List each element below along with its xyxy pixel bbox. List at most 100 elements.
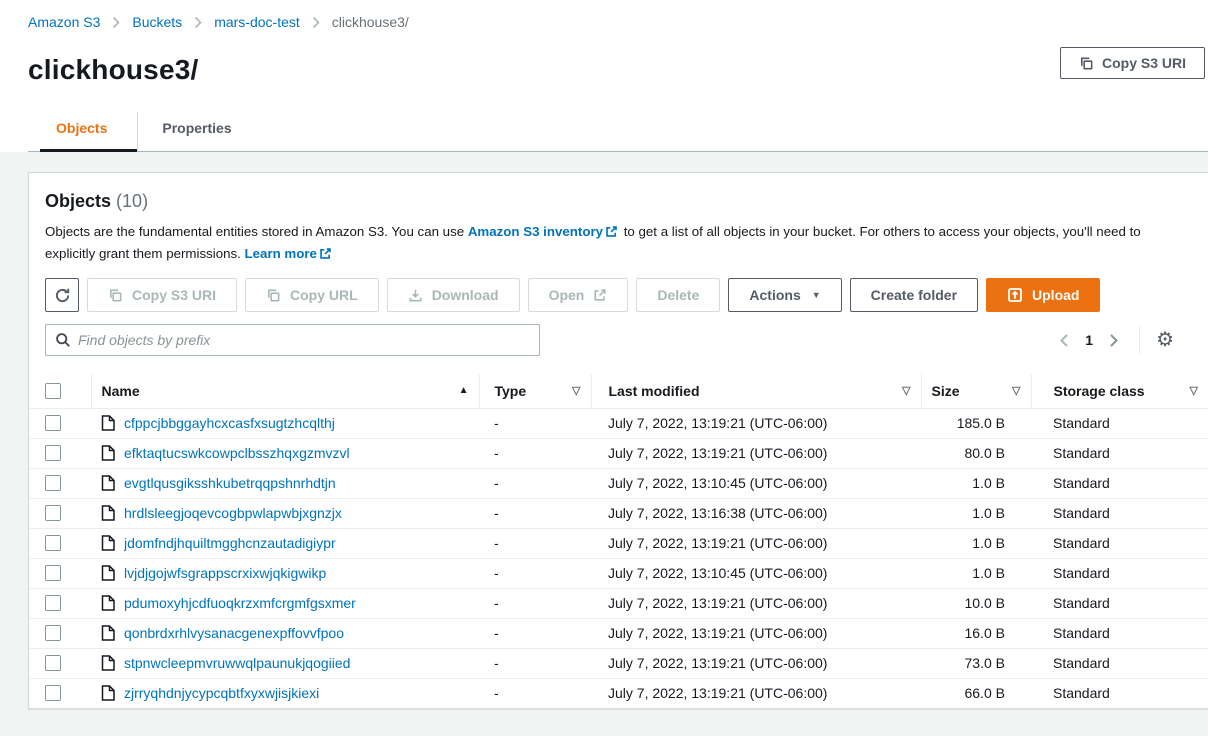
object-storage-class: Standard (1031, 498, 1208, 528)
select-all-checkbox[interactable] (45, 383, 61, 399)
copy-s3-uri-button[interactable]: Copy S3 URI (87, 278, 237, 312)
object-name-link[interactable]: pdumoxyhjcdfuoqkrzxmfcrgmfgsxmer (124, 595, 356, 611)
tab-bar: Objects Properties (28, 112, 1208, 152)
object-type: - (479, 558, 591, 588)
object-type: - (479, 528, 591, 558)
table-row: efktaqtucswkcowpclbsszhqxgzmvzvl - July … (29, 438, 1208, 468)
row-checkbox[interactable] (45, 505, 61, 521)
copy-url-button[interactable]: Copy URL (245, 278, 379, 312)
sort-icon: ▽ (572, 384, 580, 397)
sort-ascending-icon: ▲ (459, 385, 469, 396)
next-page-icon[interactable] (1103, 329, 1125, 352)
breadcrumb-current-folder: clickhouse3/ (332, 14, 409, 30)
object-last-modified: July 7, 2022, 13:19:21 (UTC-06:00) (591, 588, 921, 618)
object-size: 1.0 B (921, 558, 1031, 588)
file-icon (101, 595, 115, 611)
object-last-modified: July 7, 2022, 13:10:45 (UTC-06:00) (591, 558, 921, 588)
download-button[interactable]: Download (387, 278, 520, 312)
object-name-link[interactable]: efktaqtucswkcowpclbsszhqxgzmvzvl (124, 445, 350, 461)
column-header-size[interactable]: Size▽ (921, 374, 1031, 408)
tab-objects[interactable]: Objects (40, 112, 137, 152)
object-last-modified: July 7, 2022, 13:19:21 (UTC-06:00) (591, 528, 921, 558)
object-name-link[interactable]: lvjdjgojwfsgrappscrxixwjqkigwikp (124, 565, 326, 581)
actions-button[interactable]: Actions ▼ (728, 278, 841, 312)
row-checkbox[interactable] (45, 655, 61, 671)
toolbar: Copy S3 URI Copy URL Download Open Delet… (45, 278, 1192, 312)
previous-page-icon[interactable] (1053, 329, 1075, 352)
column-header-name[interactable]: Name▲ (91, 374, 479, 408)
external-link-icon (593, 288, 607, 302)
row-checkbox[interactable] (45, 445, 61, 461)
delete-button[interactable]: Delete (636, 278, 720, 312)
object-name-link[interactable]: zjrryqhdnjycypcqbtfxyxwjisjkiexi (124, 685, 319, 701)
page-title: clickhouse3/ (28, 54, 1208, 86)
breadcrumb: Amazon S3 Buckets mars-doc-test clickhou… (28, 14, 1208, 30)
object-name-link[interactable]: jdomfndjhquiltmgghcnzautadigiypr (124, 535, 336, 551)
object-rows: cfppcjbbggayhcxcasfxsugtzhcqlthj - July … (29, 408, 1208, 708)
table-row: zjrryqhdnjycypcqbtfxyxwjisjkiexi - July … (29, 678, 1208, 708)
current-page-number[interactable]: 1 (1085, 332, 1093, 348)
search-row: 1 ⚙ (45, 324, 1192, 356)
file-icon (101, 475, 115, 491)
page-header: Amazon S3 Buckets mars-doc-test clickhou… (0, 0, 1208, 152)
row-checkbox[interactable] (45, 565, 61, 581)
file-icon (101, 535, 115, 551)
object-size: 66.0 B (921, 678, 1031, 708)
table-row: cfppcjbbggayhcxcasfxsugtzhcqlthj - July … (29, 408, 1208, 438)
object-type: - (479, 438, 591, 468)
breadcrumb-buckets[interactable]: Buckets (132, 14, 182, 30)
row-checkbox[interactable] (45, 475, 61, 491)
object-size: 10.0 B (921, 588, 1031, 618)
copy-icon (108, 288, 123, 303)
divider (1139, 326, 1140, 354)
copy-s3-uri-header-button[interactable]: Copy S3 URI (1060, 47, 1205, 79)
object-type: - (479, 618, 591, 648)
column-header-storage-class[interactable]: Storage class▽ (1031, 374, 1208, 408)
row-checkbox[interactable] (45, 685, 61, 701)
table-header-row: Name▲ Type▽ Last modified▽ Size▽ Storage… (29, 374, 1208, 408)
learn-more-link[interactable]: Learn more (245, 246, 317, 261)
search-input[interactable] (78, 332, 530, 348)
external-link-icon (319, 247, 332, 260)
amazon-s3-inventory-link[interactable]: Amazon S3 inventory (468, 224, 603, 239)
breadcrumb-bucket-name[interactable]: mars-doc-test (214, 14, 300, 30)
row-checkbox[interactable] (45, 415, 61, 431)
object-storage-class: Standard (1031, 468, 1208, 498)
refresh-button[interactable] (45, 278, 79, 312)
row-checkbox[interactable] (45, 535, 61, 551)
search-box (45, 324, 540, 356)
breadcrumb-amazon-s3[interactable]: Amazon S3 (28, 14, 100, 30)
main-content: Objects (10) Objects are the fundamental… (0, 152, 1208, 709)
file-icon (101, 415, 115, 431)
object-type: - (479, 468, 591, 498)
object-last-modified: July 7, 2022, 13:19:21 (UTC-06:00) (591, 648, 921, 678)
preferences-gear-icon[interactable]: ⚙ (1156, 330, 1174, 350)
open-button[interactable]: Open (528, 278, 629, 312)
object-name-link[interactable]: qonbrdxrhlvysanacgenexpffovvfpoo (124, 625, 344, 641)
object-storage-class: Standard (1031, 588, 1208, 618)
object-type: - (479, 498, 591, 528)
sort-icon: ▽ (1012, 384, 1020, 397)
panel-description: Objects are the fundamental entities sto… (45, 221, 1192, 264)
column-header-last-modified[interactable]: Last modified▽ (591, 374, 921, 408)
object-name-link[interactable]: cfppcjbbggayhcxcasfxsugtzhcqlthj (124, 415, 335, 431)
object-name-link[interactable]: evgtlqusgiksshkubetrqqpshnrhdtjn (124, 475, 336, 491)
file-icon (101, 565, 115, 581)
object-type: - (479, 678, 591, 708)
download-icon (408, 288, 423, 303)
object-size: 73.0 B (921, 648, 1031, 678)
upload-button[interactable]: Upload (986, 278, 1100, 312)
object-name-link[interactable]: stpnwcleepmvruwwqlpaunukjqogiied (124, 655, 350, 671)
object-name-link[interactable]: hrdlsleegjoqevcogbpwlapwbjxgnzjx (124, 505, 342, 521)
object-last-modified: July 7, 2022, 13:16:38 (UTC-06:00) (591, 498, 921, 528)
row-checkbox[interactable] (45, 595, 61, 611)
row-checkbox[interactable] (45, 625, 61, 641)
upload-icon (1007, 287, 1023, 303)
table-row: lvjdjgojwfsgrappscrxixwjqkigwikp - July … (29, 558, 1208, 588)
tab-properties[interactable]: Properties (137, 112, 255, 152)
object-type: - (479, 648, 591, 678)
create-folder-button[interactable]: Create folder (850, 278, 978, 312)
column-header-type[interactable]: Type▽ (479, 374, 591, 408)
object-storage-class: Standard (1031, 648, 1208, 678)
objects-panel: Objects (10) Objects are the fundamental… (28, 172, 1208, 709)
